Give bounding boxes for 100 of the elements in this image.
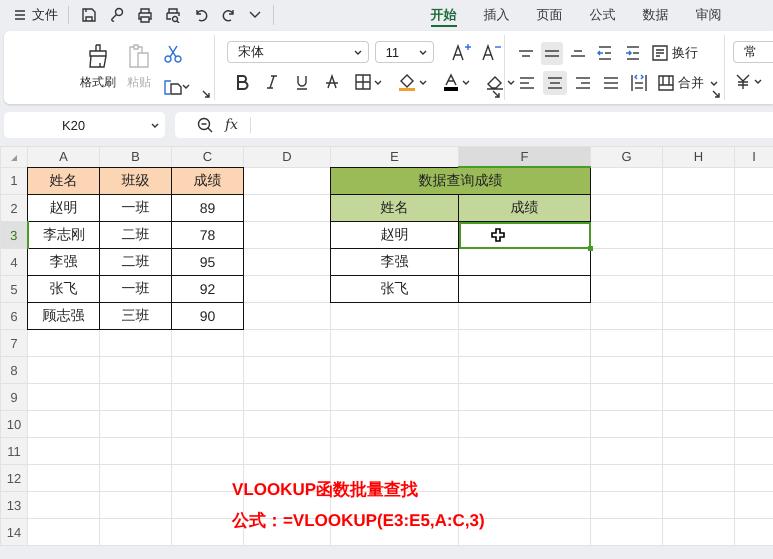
caret-icon xyxy=(462,80,470,84)
table-cell: 李志刚 xyxy=(28,222,100,248)
print-icon[interactable] xyxy=(137,7,153,23)
grid-icon xyxy=(354,74,371,90)
bold-icon xyxy=(234,74,249,90)
function-label[interactable]: fx xyxy=(225,117,238,133)
print-preview-icon[interactable] xyxy=(165,7,181,23)
row-header[interactable]: 3 xyxy=(0,222,28,248)
align-middle-icon xyxy=(544,50,559,56)
select-all-icon[interactable] xyxy=(11,155,17,162)
column-header[interactable]: I xyxy=(734,146,773,167)
border-button[interactable] xyxy=(352,72,384,92)
table-cell: 三班 xyxy=(100,302,172,330)
row-header[interactable]: 4 xyxy=(0,248,28,276)
eraser-icon xyxy=(486,74,504,90)
ribbon-tab[interactable]: 插入 xyxy=(470,0,523,30)
increase-font-button[interactable] xyxy=(450,41,474,63)
caret-icon xyxy=(151,122,159,128)
table-cell: 张飞 xyxy=(28,276,100,302)
caret-icon xyxy=(354,50,362,54)
align-center-button[interactable] xyxy=(542,71,567,95)
merge-button[interactable]: 合并 xyxy=(654,72,720,94)
column-header[interactable]: G xyxy=(590,146,662,167)
align-top-icon xyxy=(518,50,533,56)
save-icon[interactable] xyxy=(81,7,97,23)
row-header[interactable]: 13 xyxy=(0,492,28,518)
ribbon-tab[interactable]: 数据 xyxy=(629,0,682,30)
row-header[interactable]: 6 xyxy=(0,302,28,330)
table-cell[interactable] xyxy=(458,276,590,302)
dialog-launcher-icon[interactable] xyxy=(202,90,210,98)
number-format-select[interactable]: 常 xyxy=(733,41,773,63)
row-header[interactable]: 11 xyxy=(0,438,28,464)
table-cell: 95 xyxy=(172,248,244,276)
chevron-down-icon[interactable] xyxy=(249,11,261,19)
column-header[interactable]: A xyxy=(28,146,100,167)
caret-icon xyxy=(418,50,427,54)
table-title: 数据查询成绩 xyxy=(330,167,590,194)
column-header[interactable]: E xyxy=(330,146,458,167)
row-header[interactable]: 5 xyxy=(0,276,28,302)
align-bottom-icon xyxy=(570,50,585,56)
table-cell: 赵明 xyxy=(330,222,458,248)
table-cell: 一班 xyxy=(100,194,172,222)
table-cell: 赵明 xyxy=(28,194,100,222)
file-menu[interactable]: 文件 xyxy=(8,6,69,24)
column-header[interactable]: F xyxy=(458,146,590,167)
header-cell: 成绩 xyxy=(458,194,590,222)
table-cell: 一班 xyxy=(100,276,172,302)
caret-icon xyxy=(374,80,382,84)
table-cell: 二班 xyxy=(100,222,172,248)
font-select[interactable]: 宋体 xyxy=(226,41,369,63)
row-header[interactable]: 2 xyxy=(0,194,28,222)
table-cell: 二班 xyxy=(100,248,172,276)
row-header[interactable]: 7 xyxy=(0,330,28,356)
align-middle-button[interactable] xyxy=(540,42,563,64)
column-header[interactable]: H xyxy=(662,146,734,167)
caret-icon xyxy=(506,80,515,84)
underline-icon xyxy=(294,74,309,90)
table-cell: 78 xyxy=(172,222,244,248)
row-header[interactable]: 12 xyxy=(0,464,28,492)
format-painter-button[interactable]: 格式刷 xyxy=(80,35,116,91)
caret-icon xyxy=(754,78,762,84)
wrap-text-button[interactable]: 换行 xyxy=(648,42,700,64)
table-cell: 李强 xyxy=(28,248,100,276)
caret-icon xyxy=(710,80,718,86)
header-cell: 姓名 xyxy=(28,167,100,194)
row-header[interactable]: 14 xyxy=(0,518,28,546)
menu-icon xyxy=(14,9,26,21)
table-cell[interactable] xyxy=(458,248,590,276)
name-box[interactable]: K20 xyxy=(4,112,165,138)
row-header[interactable]: 8 xyxy=(0,356,28,384)
table-cell[interactable] xyxy=(458,222,590,248)
fill-handle[interactable] xyxy=(588,246,593,251)
merge-icon xyxy=(656,74,675,92)
note-text: 公式：=VLOOKUP(E3:E5,A:C,3) xyxy=(232,510,485,532)
zoom-out-icon[interactable] xyxy=(197,117,213,133)
paint-bucket-icon xyxy=(398,73,416,91)
column-header[interactable]: C xyxy=(172,146,244,167)
row-header[interactable]: 9 xyxy=(0,384,28,410)
column-header[interactable]: D xyxy=(244,146,330,167)
strikethrough-icon xyxy=(324,74,339,90)
column-header[interactable]: B xyxy=(100,146,172,167)
caret-icon xyxy=(182,84,190,88)
row-header[interactable]: 1 xyxy=(0,167,28,194)
caret-icon xyxy=(418,80,427,84)
table-cell: 90 xyxy=(172,302,244,330)
table-cell: 顾志强 xyxy=(28,302,100,330)
row-header[interactable]: 10 xyxy=(0,410,28,438)
dialog-launcher-icon[interactable] xyxy=(492,90,500,98)
font-size-select[interactable]: 11 xyxy=(374,41,434,63)
ribbon-tab[interactable]: 公式 xyxy=(576,0,629,30)
dialog-launcher-icon[interactable] xyxy=(712,90,720,98)
cursor-icon xyxy=(491,228,505,242)
distribute-icon xyxy=(628,73,649,93)
header-cell: 成绩 xyxy=(172,167,244,194)
ribbon-tab[interactable]: 开始 xyxy=(417,0,470,30)
table-cell: 89 xyxy=(172,194,244,222)
formula-bar[interactable]: fx xyxy=(175,112,773,138)
ribbon-tab[interactable]: 审阅 xyxy=(682,0,735,30)
ribbon-tab[interactable]: 页面 xyxy=(523,0,576,30)
font-decrease-icon xyxy=(482,43,502,61)
